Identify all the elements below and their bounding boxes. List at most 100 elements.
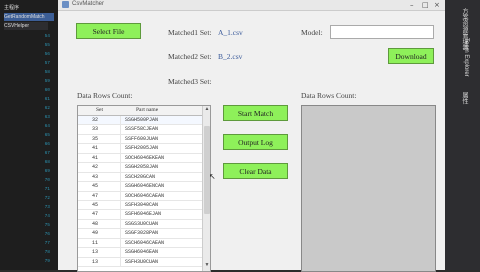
start-match-button[interactable]: Start Match [223, 105, 288, 121]
table-row[interactable]: 13 SSFH3U0CUAN [78, 257, 202, 267]
table-row[interactable]: 35 SSFF600JUAN [78, 134, 202, 145]
cell-part-name[interactable]: SSFH3U0CUAN [121, 258, 202, 266]
table-row[interactable]: 11 SSCH6046CAEAN [78, 238, 202, 249]
line-number: 71 [44, 187, 50, 192]
row-header[interactable] [78, 173, 88, 181]
row-header[interactable] [78, 248, 88, 256]
row-header[interactable] [78, 135, 88, 143]
model-input[interactable] [330, 25, 434, 39]
window-titlebar: CsvMatcher – □ × [58, 0, 445, 11]
cell-part-name[interactable]: SSFF600JUAN [121, 135, 202, 143]
table-row[interactable]: 45 SSFH3040CAN [78, 200, 202, 211]
table-row[interactable]: 13 SSGH6046EAN [78, 248, 202, 258]
minimize-icon[interactable]: – [410, 1, 414, 9]
row-header[interactable] [78, 125, 88, 133]
model-label: Model: [301, 28, 323, 37]
maximize-icon[interactable]: □ [422, 1, 429, 9]
cell-set[interactable]: 13 [88, 257, 121, 266]
data-grid[interactable]: Set Part name 32 SSGH500PJAN 33 SSSF58CJEAN… [77, 105, 211, 272]
cell-part-name[interactable]: SSGH500PJAN [121, 116, 202, 124]
row-header[interactable] [78, 229, 88, 237]
clear-data-button[interactable]: Clear Data [223, 163, 288, 179]
row-header[interactable] [78, 210, 88, 218]
cell-part-name[interactable]: SSFH2005JAN [121, 144, 202, 152]
cell-set[interactable]: 47 [88, 210, 121, 219]
table-row[interactable]: 48 SSGS3U0CUAN [78, 219, 202, 230]
column-header-part-name[interactable]: Part name [120, 106, 158, 115]
scroll-thumb[interactable] [204, 126, 210, 214]
cell-set[interactable]: 13 [88, 248, 121, 257]
cell-set[interactable]: 35 [88, 134, 121, 144]
ide-tab-csvhelper[interactable]: CSVHelper [4, 22, 48, 30]
properties-tab[interactable]: 属性 [459, 92, 469, 104]
cell-set[interactable]: 41 [88, 144, 121, 153]
table-row[interactable]: 45 SSGH6046ENCAN [78, 182, 202, 192]
scroll-up-icon[interactable]: ▲ [204, 107, 210, 113]
results-panel [301, 105, 436, 272]
cell-set[interactable]: 49 [88, 229, 121, 238]
team-explorer-tab[interactable]: Team Explorer [459, 38, 469, 77]
row-header[interactable] [78, 182, 88, 190]
cell-part-name[interactable]: SSCH20GCAN [121, 173, 202, 181]
line-number: 62 [44, 106, 50, 111]
row-header[interactable] [78, 192, 88, 200]
download-button[interactable]: Download [388, 48, 434, 64]
row-header[interactable] [78, 116, 88, 124]
cell-part-name[interactable]: SSFH3040CAN [121, 201, 202, 209]
line-number: 67 [44, 151, 50, 156]
cell-set[interactable]: 45 [88, 200, 121, 210]
table-row[interactable]: 32 SSGH500PJAN [78, 116, 202, 126]
line-number: 57 [44, 61, 50, 66]
ide-tab-main[interactable]: 主程序 [4, 4, 40, 12]
scroll-down-icon[interactable]: ▼ [204, 263, 210, 269]
line-number: 66 [44, 142, 50, 147]
row-header[interactable] [78, 144, 88, 152]
table-row[interactable]: 49 SSGF3028PAN [78, 229, 202, 239]
cell-set[interactable]: 43 [88, 172, 121, 182]
cell-set[interactable]: 45 [88, 182, 121, 191]
table-row[interactable]: 47 SSFH6046EJAN [78, 210, 202, 220]
cell-set[interactable]: 33 [88, 125, 121, 134]
cell-set[interactable]: 48 [88, 219, 121, 229]
line-number: 65 [44, 133, 50, 138]
row-header[interactable] [78, 154, 88, 162]
line-number: 61 [44, 97, 50, 102]
cell-part-name[interactable]: SSSF58CJEAN [121, 125, 202, 133]
cell-part-name[interactable]: SSGH2058JAN [121, 163, 202, 171]
cell-set[interactable]: 32 [88, 116, 121, 125]
table-row[interactable]: 42 SSGH2058JAN [78, 163, 202, 173]
table-row[interactable]: 47 SOCH6046CAEAN [78, 191, 202, 201]
row-header[interactable] [78, 258, 88, 266]
close-icon[interactable]: × [434, 1, 440, 9]
cell-set[interactable]: 11 [88, 238, 121, 248]
line-number: 68 [44, 160, 50, 165]
cell-part-name[interactable]: SSGF3028PAN [121, 229, 202, 237]
cell-part-name[interactable]: SOCH6046EKEAN [121, 154, 202, 162]
cell-part-name[interactable]: SSCH6046CAEAN [121, 239, 202, 247]
table-row[interactable]: 41 SOCH6046EKEAN [78, 153, 202, 164]
matched1-value: A_1.csv [218, 28, 243, 37]
row-header[interactable] [78, 220, 88, 228]
cell-set[interactable]: 47 [88, 191, 121, 200]
cell-set[interactable]: 42 [88, 163, 121, 172]
cell-part-name[interactable]: SSGH6046ENCAN [121, 182, 202, 190]
table-row[interactable]: 43 SSCH20GCAN [78, 172, 202, 183]
column-header-set[interactable]: Set [88, 106, 120, 115]
output-log-button[interactable]: Output Log [223, 134, 288, 150]
select-file-button[interactable]: Select File [76, 23, 141, 39]
grid-scrollbar[interactable]: ▲ ▼ [202, 106, 210, 271]
cell-part-name[interactable]: SSFH6046EJAN [121, 210, 202, 218]
cell-part-name[interactable]: SSGH6046EAN [121, 248, 202, 256]
cell-part-name[interactable]: SOCH6046CAEAN [121, 192, 202, 200]
app-icon [62, 1, 69, 8]
ide-tab-getrandommatch[interactable]: GetRandomMatch [4, 13, 54, 21]
cell-part-name[interactable]: SSGS3U0CUAN [121, 220, 202, 228]
row-header[interactable] [78, 201, 88, 209]
cell-set[interactable]: 41 [88, 153, 121, 163]
row-header[interactable] [78, 163, 88, 171]
table-row[interactable]: 33 SSSF58CJEAN [78, 125, 202, 135]
line-number: 60 [44, 88, 50, 93]
table-row[interactable]: 41 SSFH2005JAN [78, 144, 202, 154]
row-header[interactable] [78, 239, 88, 247]
data-rows-count-right: Data Rows Count: [301, 91, 357, 100]
